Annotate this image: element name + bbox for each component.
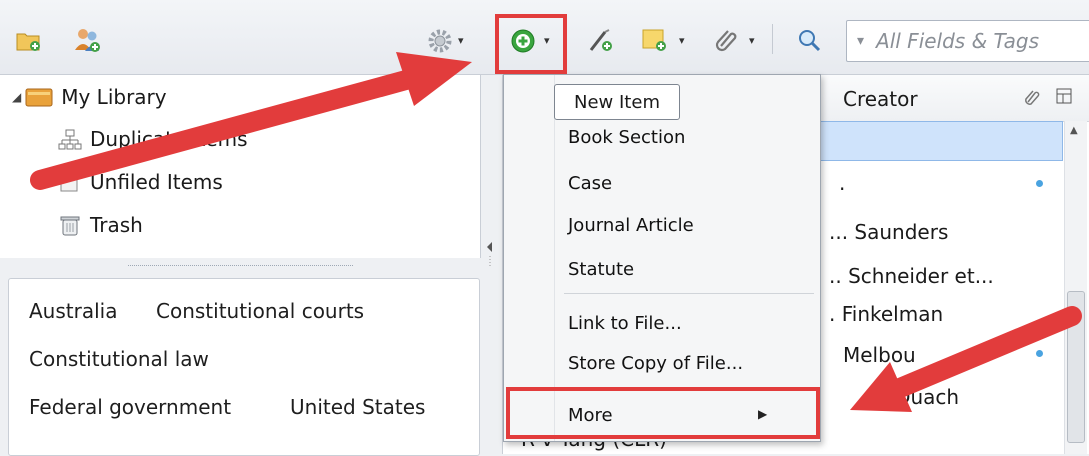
creator-cell: . <box>839 171 846 195</box>
menu-item-book-section[interactable]: Book Section <box>568 127 685 148</box>
tree-label: Trash <box>90 213 143 237</box>
collapse-triangle-icon[interactable]: ◢ <box>12 90 21 104</box>
collections-pane: ◢ My Library Duplicate Items Unfiled Ite… <box>0 75 481 258</box>
unread-dot-icon <box>1036 180 1043 187</box>
creator-cell: ng Quach <box>863 385 960 409</box>
new-item-tooltip: New Item <box>554 84 680 120</box>
users-add-icon[interactable] <box>70 24 104 56</box>
tag-item[interactable]: Australia <box>29 299 117 323</box>
unread-dot-icon <box>1036 350 1043 357</box>
attachment-column-icon[interactable] <box>1023 87 1041 111</box>
search-mode-caret-icon[interactable]: ▾ <box>857 33 864 49</box>
search-input[interactable]: ▾ All Fields & Tags <box>846 20 1089 62</box>
gear-icon[interactable] <box>425 26 455 56</box>
library-folder-icon <box>25 88 53 107</box>
actions-caret-icon[interactable]: ▾ <box>458 34 464 47</box>
highlight-more-item <box>506 387 820 439</box>
folder-add-icon[interactable] <box>14 26 44 56</box>
tree-item-trash[interactable]: Trash <box>58 213 143 237</box>
creator-cell: .. Schneider et... <box>829 264 994 288</box>
tag-item[interactable]: Constitutional law <box>29 347 209 371</box>
tag-pane-splitter[interactable] <box>0 258 480 276</box>
tree-item-my-library[interactable]: ◢ My Library <box>12 85 167 109</box>
creator-cell: ... Saunders <box>829 220 949 244</box>
tree-label: Duplicate Items <box>90 127 248 151</box>
column-picker-icon[interactable] <box>1055 87 1073 109</box>
highlight-new-item-button <box>495 14 567 74</box>
attachment-caret-icon[interactable]: ▾ <box>749 34 755 47</box>
tag-selector: Australia Constitutional courts Constitu… <box>8 278 480 456</box>
magnifier-icon[interactable] <box>792 24 826 56</box>
menu-item-case[interactable]: Case <box>568 173 612 194</box>
scroll-up-icon[interactable]: ▲ <box>1070 125 1078 136</box>
scroll-thumb[interactable] <box>1067 291 1085 443</box>
search-placeholder: All Fields & Tags <box>876 29 1040 53</box>
items-scrollbar[interactable]: ▲ <box>1064 121 1087 454</box>
menu-item-journal-article[interactable]: Journal Article <box>568 215 694 236</box>
tree-label: My Library <box>61 85 167 109</box>
wand-icon[interactable] <box>584 24 618 56</box>
trash-icon <box>60 216 80 236</box>
tree-item-duplicate-items[interactable]: Duplicate Items <box>58 127 248 151</box>
duplicate-icon <box>58 129 82 150</box>
menu-item-store-copy-of-file[interactable]: Store Copy of File... <box>568 353 743 374</box>
tag-item[interactable]: United States <box>290 395 425 419</box>
unfiled-icon <box>60 173 78 192</box>
tag-item[interactable]: Federal government <box>29 395 231 419</box>
creator-cell: Melbou <box>843 343 916 367</box>
menu-item-link-to-file[interactable]: Link to File... <box>568 313 682 334</box>
pane-collapse-handle[interactable] <box>485 240 495 270</box>
creator-cell: . Finkelman <box>829 302 944 326</box>
column-header-creator[interactable]: Creator <box>843 87 918 111</box>
tree-label: Unfiled Items <box>90 170 223 194</box>
paperclip-icon[interactable] <box>710 24 744 56</box>
note-add-icon[interactable] <box>638 24 672 56</box>
note-caret-icon[interactable]: ▾ <box>679 34 685 47</box>
tag-item[interactable]: Constitutional courts <box>156 299 364 323</box>
tree-item-unfiled-items[interactable]: Unfiled Items <box>58 170 223 194</box>
menu-item-statute[interactable]: Statute <box>568 259 634 280</box>
